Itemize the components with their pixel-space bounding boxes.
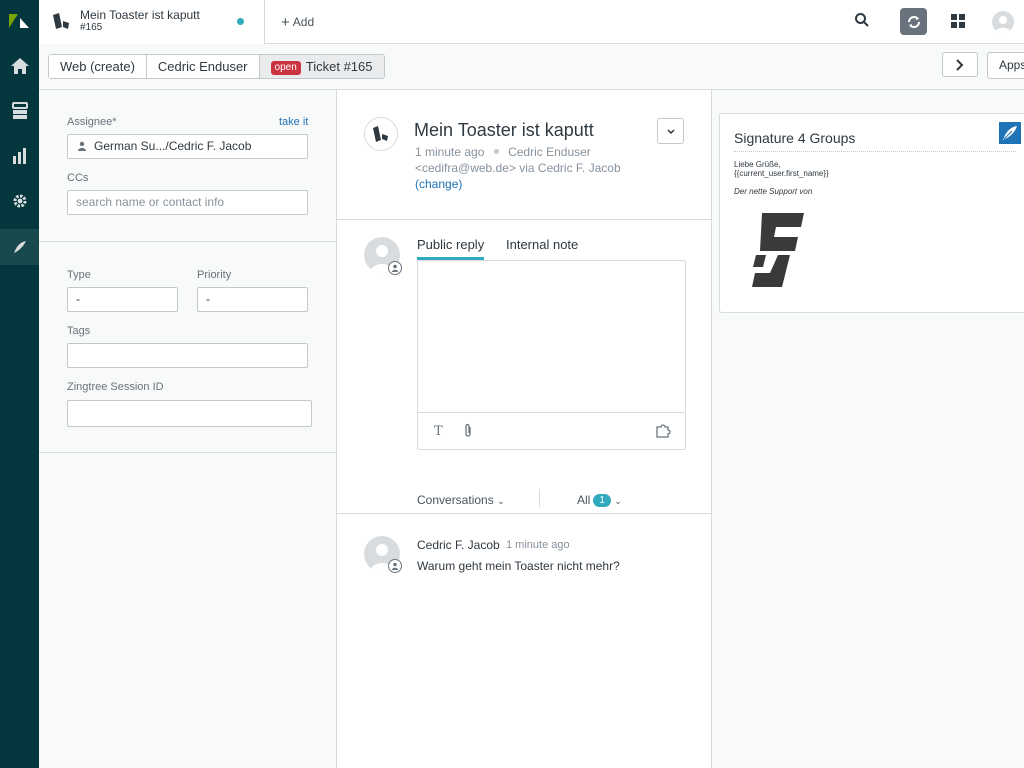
app-logo-icon xyxy=(999,122,1021,144)
text-format-icon[interactable]: T xyxy=(434,424,443,439)
change-link[interactable]: (change) xyxy=(415,177,462,191)
conversation-count-badge: 1 xyxy=(593,494,611,507)
tab-internal-note[interactable]: Internal note xyxy=(506,237,578,252)
reply-editor[interactable]: T xyxy=(417,260,686,450)
message-time: 1 minute ago xyxy=(506,539,570,551)
breadcrumb-organization[interactable]: Web (create) xyxy=(49,55,147,78)
type-label: Type xyxy=(67,269,91,281)
conversations-label: Conversations xyxy=(417,493,494,507)
ticket-tab-icon xyxy=(53,13,71,32)
attachment-icon[interactable] xyxy=(463,423,473,441)
zingtree-session-input[interactable] xyxy=(67,400,312,427)
breadcrumb: Web (create) Cedric Enduser open Ticket #… xyxy=(48,54,385,79)
zendesk-logo-icon[interactable] xyxy=(0,0,39,44)
tab-title: Mein Toaster ist kaputt xyxy=(80,8,200,22)
divider xyxy=(39,241,337,242)
app-nav-icon[interactable] xyxy=(0,229,39,265)
left-navigation xyxy=(0,0,39,768)
apps-sidebar: Signature 4 Groups Liebe Grüße, {{curren… xyxy=(712,90,1024,768)
divider xyxy=(337,513,712,514)
person-icon xyxy=(77,135,87,158)
signature-placeholder: {{current_user.first_name}} xyxy=(734,169,829,178)
plus-icon: + xyxy=(281,14,290,31)
conversation-pane: Mein Toaster ist kaputt 1 minute ago Ced… xyxy=(337,90,712,768)
chevron-down-icon xyxy=(666,128,675,134)
user-avatar[interactable] xyxy=(992,11,1014,33)
signature-app-card: Signature 4 Groups Liebe Grüße, {{curren… xyxy=(719,113,1024,313)
chevron-right-icon xyxy=(956,58,964,71)
signature-greeting: Liebe Grüße, xyxy=(734,160,781,169)
assignee-value: German Su.../Cedric F. Jacob xyxy=(94,139,252,153)
tab-public-reply[interactable]: Public reply xyxy=(417,237,485,260)
divider xyxy=(39,452,337,453)
product-tray-icon[interactable] xyxy=(951,14,965,31)
views-icon[interactable] xyxy=(0,93,39,129)
apps-button[interactable]: Apps xyxy=(987,52,1024,79)
separator-dot xyxy=(493,149,499,154)
ticket-subject: Mein Toaster ist kaputt xyxy=(414,120,594,140)
status-badge: open xyxy=(270,61,301,75)
chevron-down-icon: ⌄ xyxy=(614,496,622,506)
signature-support-line: Der nette Support von xyxy=(734,187,813,196)
tags-input[interactable] xyxy=(67,343,308,368)
agent-badge-icon xyxy=(388,261,402,275)
chevron-down-icon: ⌄ xyxy=(497,496,505,506)
priority-label: Priority xyxy=(197,269,232,281)
ticket-tab[interactable]: Mein Toaster ist kaputt #165 xyxy=(39,0,265,44)
divider xyxy=(734,151,1016,152)
breadcrumb-bar: Web (create) Cedric Enduser open Ticket #… xyxy=(39,44,1024,90)
ticket-email-via: <cedifra@web.de> via Cedric F. Jacob xyxy=(415,161,621,175)
divider xyxy=(337,219,712,220)
assignee-field[interactable]: German Su.../Cedric F. Jacob xyxy=(67,134,308,159)
top-bar: Mein Toaster ist kaputt #165 + Add xyxy=(39,0,1024,44)
type-select[interactable]: - xyxy=(67,287,178,312)
add-label: Add xyxy=(292,15,315,29)
refresh-icon[interactable] xyxy=(900,8,927,35)
breadcrumb-ticket-label: Ticket #165 xyxy=(305,59,373,74)
priority-select[interactable]: - xyxy=(197,287,308,312)
editor-toolbar: T xyxy=(418,412,685,449)
filter-separator xyxy=(539,489,540,507)
next-ticket-button[interactable] xyxy=(942,52,978,77)
apps-puzzle-icon[interactable] xyxy=(656,423,672,441)
ticket-properties-panel: Assignee* take it German Su.../Cedric F.… xyxy=(39,90,337,768)
ticket-channel-icon xyxy=(364,117,398,151)
take-it-link[interactable]: take it xyxy=(279,116,308,128)
assignee-label: Assignee* xyxy=(67,116,117,128)
ticket-time: 1 minute ago xyxy=(415,145,485,159)
all-label: All xyxy=(577,493,591,507)
conversations-filter[interactable]: Conversations ⌄ xyxy=(417,493,505,507)
search-icon[interactable] xyxy=(854,12,870,31)
ccs-input[interactable]: search name or contact info xyxy=(67,190,308,215)
message-author[interactable]: Cedric F. Jacob xyxy=(417,538,500,552)
all-filter[interactable]: All 1 ⌄ xyxy=(577,493,622,507)
ticket-options-button[interactable] xyxy=(657,118,684,144)
unsaved-indicator-dot xyxy=(237,18,244,25)
home-icon[interactable] xyxy=(0,48,39,84)
zingtree-label: Zingtree Session ID xyxy=(67,381,164,393)
add-tab-button[interactable]: + Add xyxy=(281,14,314,31)
ticket-requester[interactable]: Cedric Enduser xyxy=(508,145,591,159)
reporting-icon[interactable] xyxy=(0,138,39,174)
tags-label: Tags xyxy=(67,325,91,337)
agent-badge-icon xyxy=(388,559,402,573)
message-body: Warum geht mein Toaster nicht mehr? xyxy=(417,559,620,573)
company-logo-image xyxy=(750,211,806,294)
ticket-meta: 1 minute ago Cedric Enduser xyxy=(415,145,591,159)
ccs-label: CCs xyxy=(67,172,89,184)
breadcrumb-ticket[interactable]: open Ticket #165 xyxy=(259,55,384,78)
app-title: Signature 4 Groups xyxy=(734,130,856,146)
tab-ticket-number: #165 xyxy=(80,22,103,33)
admin-gear-icon[interactable] xyxy=(0,183,39,219)
breadcrumb-requester[interactable]: Cedric Enduser xyxy=(146,55,260,78)
